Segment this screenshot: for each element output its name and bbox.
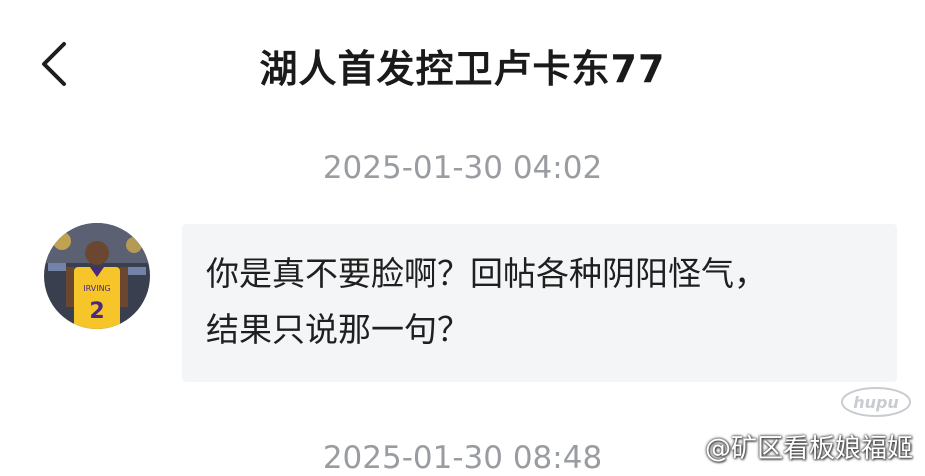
message-text: 你是真不要脸啊？回帖各种阴阳怪气， 结果只说那一句？: [206, 246, 879, 358]
hupu-logo: hupu: [841, 387, 911, 417]
avatar[interactable]: IRVING 2: [44, 223, 150, 329]
page-title: 湖人首发控卫卢卡东77: [259, 47, 666, 91]
message-bubble[interactable]: 你是真不要脸啊？回帖各种阴阳怪气， 结果只说那一句？: [182, 224, 897, 382]
message-text-line: 你是真不要脸啊？回帖各种阴阳怪气，: [206, 254, 767, 293]
message-timestamp: 2025-01-30 04:02: [322, 150, 603, 186]
nav-header: 湖人首发控卫卢卡东77: [0, 0, 925, 126]
svg-text:IRVING: IRVING: [83, 284, 111, 293]
message-text-line: 结果只说那一句？: [206, 310, 470, 349]
player-avatar: IRVING 2: [44, 223, 150, 329]
svg-text:hupu: hupu: [853, 393, 899, 412]
watermark: @矿区看板娘福姬: [704, 434, 913, 464]
svg-text:2: 2: [89, 299, 104, 324]
